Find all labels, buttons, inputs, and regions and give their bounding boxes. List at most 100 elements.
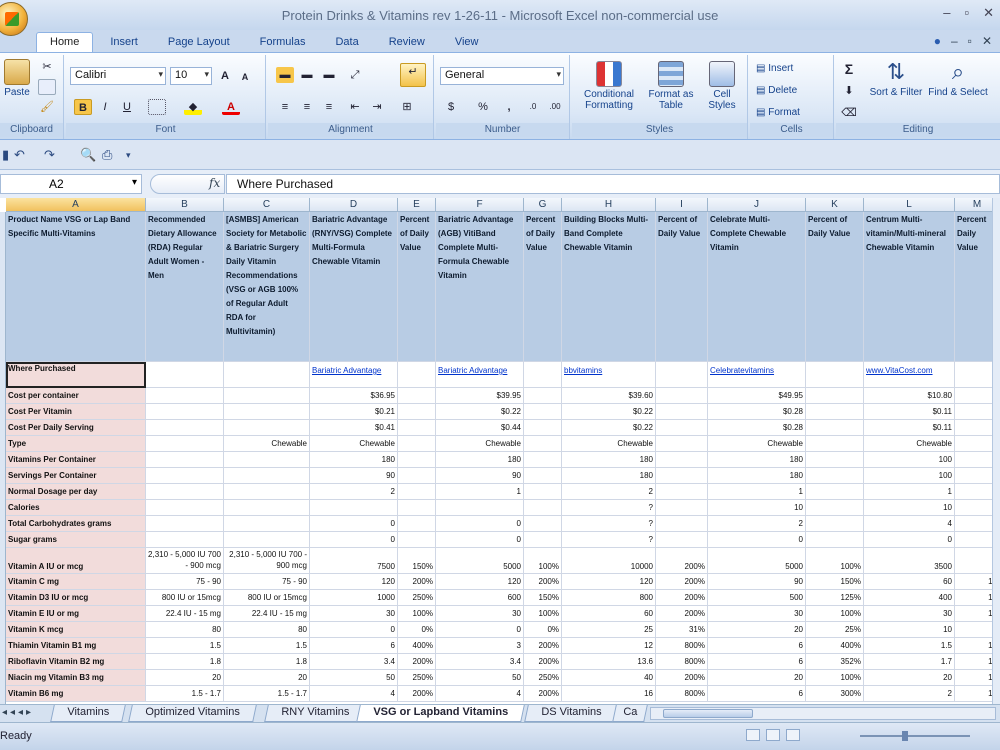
redo-icon[interactable]: ↷ — [44, 147, 55, 163]
table-cell[interactable]: 3 — [436, 638, 524, 654]
conditional-formatting-button[interactable]: Conditional Formatting — [576, 61, 642, 111]
tab-data[interactable]: Data — [322, 33, 371, 52]
header-cell[interactable]: Percent of Daily Value — [524, 212, 562, 362]
row-label[interactable]: Normal Dosage per day — [6, 484, 146, 500]
align-bottom-icon[interactable]: ▬ — [320, 67, 338, 83]
merge-center-icon[interactable]: ⊞ — [398, 99, 416, 115]
table-cell[interactable]: $0.21 — [310, 404, 398, 420]
table-cell[interactable]: 60 — [864, 574, 955, 590]
font-size-combo[interactable]: 10 — [170, 67, 212, 85]
column-header-e[interactable]: E — [398, 198, 436, 212]
row-label[interactable]: Cost per container — [6, 388, 146, 404]
delete-cells-button[interactable]: ▤ Delete — [756, 85, 797, 96]
table-cell[interactable] — [524, 516, 562, 532]
table-cell[interactable]: 25% — [806, 622, 864, 638]
row-label[interactable]: Vitamin A IU or mcg — [6, 548, 146, 574]
table-cell[interactable]: 20 — [224, 670, 310, 686]
header-cell[interactable]: Percent of Daily Value — [656, 212, 708, 362]
table-cell[interactable]: 30 — [436, 606, 524, 622]
align-top-icon[interactable]: ▬ — [276, 67, 294, 83]
decrease-indent-icon[interactable]: ⇤ — [346, 99, 364, 115]
fill-icon[interactable]: ⬇ — [840, 83, 858, 99]
table-cell[interactable] — [146, 516, 224, 532]
table-cell[interactable]: 13.6 — [562, 654, 656, 670]
table-cell[interactable]: 800% — [656, 654, 708, 670]
table-cell[interactable]: 80 — [224, 622, 310, 638]
table-cell[interactable]: 2 — [864, 686, 955, 702]
vendor-link[interactable]: Celebratevitamins — [708, 362, 806, 388]
table-cell[interactable]: Chewable — [310, 436, 398, 452]
table-cell[interactable]: 150% — [398, 548, 436, 574]
table-cell[interactable] — [146, 404, 224, 420]
header-cell[interactable]: [ASMBS] American Society for Metabolic &… — [224, 212, 310, 362]
header-cell[interactable]: Building Blocks Multi-Band Complete Chew… — [562, 212, 656, 362]
table-cell[interactable]: $0.22 — [436, 404, 524, 420]
vendor-link[interactable]: Bariatric Advantage — [310, 362, 398, 388]
table-cell[interactable] — [524, 500, 562, 516]
table-cell[interactable] — [224, 500, 310, 516]
table-cell[interactable] — [806, 468, 864, 484]
header-cell[interactable]: Bariatric Advantage (RNY/VSG) Complete M… — [310, 212, 398, 362]
header-cell[interactable]: Percent of Daily Value — [398, 212, 436, 362]
table-cell[interactable]: $0.44 — [436, 420, 524, 436]
table-cell[interactable]: 3.4 — [436, 654, 524, 670]
sheet-tab-ds-vitamins[interactable]: DS Vitamins — [524, 705, 619, 722]
table-cell[interactable]: 2 — [708, 516, 806, 532]
table-cell[interactable]: 500 — [708, 590, 806, 606]
table-cell[interactable]: 31% — [656, 622, 708, 638]
tab-home[interactable]: Home — [36, 32, 94, 52]
table-cell[interactable]: $0.11 — [864, 404, 955, 420]
table-cell[interactable]: 90 — [708, 574, 806, 590]
table-cell[interactable] — [524, 468, 562, 484]
header-cell[interactable]: Product Name VSG or Lap Band Specific Mu… — [6, 212, 146, 362]
table-cell[interactable]: 0 — [436, 532, 524, 548]
spreadsheet-grid[interactable]: A B C D E F G H I J K L M Product Name VSG or Lap Ban… — [0, 198, 1000, 704]
table-cell[interactable]: 22.4 IU - 15 mg — [224, 606, 310, 622]
align-middle-icon[interactable]: ▬ — [298, 67, 316, 83]
table-cell[interactable]: 75 - 90 — [146, 574, 224, 590]
table-cell[interactable]: 180 — [562, 452, 656, 468]
align-center-icon[interactable]: ≡ — [298, 99, 316, 115]
table-cell[interactable]: 90 — [310, 468, 398, 484]
table-cell[interactable]: 200% — [656, 574, 708, 590]
table-cell[interactable]: 1 — [708, 484, 806, 500]
column-header-c[interactable]: C — [224, 198, 310, 212]
table-cell[interactable]: 3500 — [864, 548, 955, 574]
table-cell[interactable] — [224, 388, 310, 404]
table-cell[interactable]: 250% — [398, 670, 436, 686]
row-label[interactable]: Vitamin K mcg — [6, 622, 146, 638]
row-label[interactable]: Type — [6, 436, 146, 452]
align-right-icon[interactable]: ≡ — [320, 99, 338, 115]
table-cell[interactable] — [398, 452, 436, 468]
table-cell[interactable]: Chewable — [708, 436, 806, 452]
table-cell[interactable]: 20 — [708, 622, 806, 638]
quick-print-icon[interactable]: ⎙ — [102, 147, 112, 163]
table-cell[interactable] — [146, 484, 224, 500]
table-cell[interactable] — [146, 532, 224, 548]
table-cell[interactable]: 180 — [436, 452, 524, 468]
table-cell[interactable]: $0.11 — [864, 420, 955, 436]
borders-icon[interactable] — [148, 99, 166, 115]
sheet-nav-buttons[interactable]: ◂◂◂▸ — [2, 707, 34, 718]
table-cell[interactable] — [146, 420, 224, 436]
table-cell[interactable]: 180 — [310, 452, 398, 468]
table-cell[interactable]: 75 - 90 — [224, 574, 310, 590]
font-name-combo[interactable]: Calibri — [70, 67, 166, 85]
table-cell[interactable]: 100 — [864, 468, 955, 484]
table-cell[interactable]: 800% — [656, 686, 708, 702]
table-cell[interactable] — [146, 468, 224, 484]
table-cell[interactable]: 0 — [310, 532, 398, 548]
table-cell[interactable] — [656, 420, 708, 436]
minimize-button[interactable]: – — [943, 5, 950, 21]
tab-page-layout[interactable]: Page Layout — [155, 33, 243, 52]
table-cell[interactable] — [146, 452, 224, 468]
table-cell[interactable]: 2 — [310, 484, 398, 500]
column-header-a[interactable]: A — [6, 198, 146, 212]
table-cell[interactable]: 100 — [864, 452, 955, 468]
header-cell[interactable]: Bariatric Advantage (AGB) VitiBand Compl… — [436, 212, 524, 362]
table-cell[interactable]: $39.95 — [436, 388, 524, 404]
table-cell[interactable] — [524, 532, 562, 548]
table-cell[interactable]: $36.95 — [310, 388, 398, 404]
table-cell[interactable]: $0.28 — [708, 420, 806, 436]
row-label[interactable]: Vitamins Per Container — [6, 452, 146, 468]
